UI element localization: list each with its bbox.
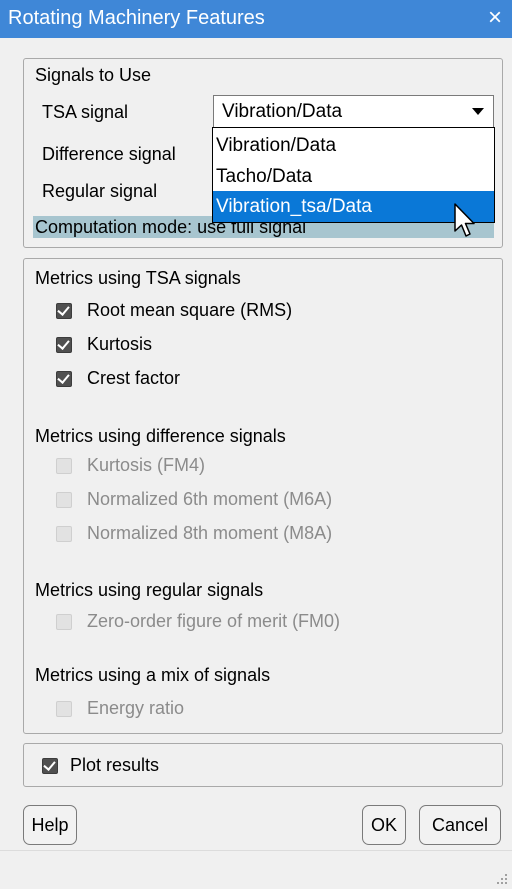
- dropdown-option-vibration-tsa[interactable]: Vibration_tsa/Data: [213, 191, 494, 222]
- kurtosis-label: Kurtosis: [87, 334, 153, 354]
- crest-factor-checkbox[interactable]: [56, 371, 72, 387]
- energy-ratio-checkbox[interactable]: [56, 701, 72, 717]
- kurtosis-checkbox[interactable]: [56, 337, 72, 353]
- tsa-metrics-heading: Metrics using TSA signals: [35, 268, 241, 288]
- rms-label: Root mean square (RMS): [87, 300, 293, 320]
- plot-results-checkbox[interactable]: [42, 758, 58, 774]
- energy-ratio-label: Energy ratio: [87, 698, 185, 718]
- m8a-checkbox[interactable]: [56, 526, 72, 542]
- close-icon[interactable]: ×: [478, 0, 512, 38]
- tsa-signal-value: Vibration/Data: [222, 101, 343, 122]
- difference-signal-label: Difference signal: [42, 144, 176, 164]
- cancel-button[interactable]: Cancel: [419, 805, 501, 845]
- resize-grip-icon[interactable]: [496, 873, 508, 885]
- difference-metrics-heading: Metrics using difference signals: [35, 426, 286, 446]
- signals-group-label: Signals to Use: [35, 65, 152, 85]
- dropdown-option-tacho[interactable]: Tacho/Data: [213, 161, 494, 192]
- regular-signal-label: Regular signal: [42, 181, 158, 201]
- crest-factor-label: Crest factor: [87, 368, 181, 388]
- tsa-signal-dropdown[interactable]: Vibration/Data: [213, 95, 494, 128]
- m6a-checkbox[interactable]: [56, 492, 72, 508]
- title-bar: Rotating Machinery Features ×: [0, 0, 512, 38]
- fm0-label: Zero-order figure of merit (FM0): [87, 611, 341, 631]
- mouse-cursor-icon: [454, 203, 475, 237]
- plot-results-label: Plot results: [70, 755, 160, 775]
- help-button[interactable]: Help: [23, 805, 77, 845]
- fm0-checkbox[interactable]: [56, 614, 72, 630]
- m6a-label: Normalized 6th moment (M6A): [87, 489, 333, 509]
- mix-metrics-heading: Metrics using a mix of signals: [35, 665, 271, 685]
- m8a-label: Normalized 8th moment (M8A): [87, 523, 333, 543]
- dropdown-list: Vibration/Data Tacho/Data Vibration_tsa/…: [212, 127, 495, 223]
- chevron-down-icon[interactable]: [472, 108, 484, 115]
- ok-button[interactable]: OK: [362, 805, 406, 845]
- kurtosis-fm4-checkbox[interactable]: [56, 458, 72, 474]
- regular-metrics-heading: Metrics using regular signals: [35, 580, 264, 600]
- status-bar: [0, 850, 512, 889]
- window-title: Rotating Machinery Features: [8, 7, 265, 29]
- rms-checkbox[interactable]: [56, 303, 72, 319]
- dropdown-option-vibration[interactable]: Vibration/Data: [213, 130, 494, 161]
- kurtosis-fm4-label: Kurtosis (FM4): [87, 455, 206, 475]
- tsa-signal-label: TSA signal: [42, 102, 129, 122]
